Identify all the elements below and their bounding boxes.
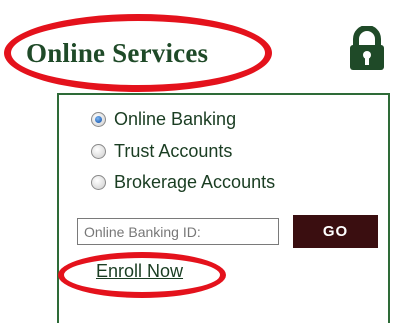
radio-button[interactable] xyxy=(91,143,106,159)
radio-label: Online Banking xyxy=(114,108,237,129)
radio-label: Trust Accounts xyxy=(114,140,233,161)
radio-button-selected[interactable] xyxy=(91,111,106,127)
radio-brokerage-accounts[interactable]: Brokerage Accounts xyxy=(91,169,275,195)
enroll-now-link[interactable]: Enroll Now xyxy=(96,261,183,282)
online-banking-id-input[interactable] xyxy=(77,218,279,245)
go-button[interactable]: GO xyxy=(293,215,378,248)
radio-trust-accounts[interactable]: Trust Accounts xyxy=(91,138,232,164)
lock-icon xyxy=(350,26,384,70)
page-title: Online Services xyxy=(26,38,209,68)
radio-button[interactable] xyxy=(91,174,106,190)
radio-label: Brokerage Accounts xyxy=(114,171,276,192)
radio-online-banking[interactable]: Online Banking xyxy=(91,106,236,132)
